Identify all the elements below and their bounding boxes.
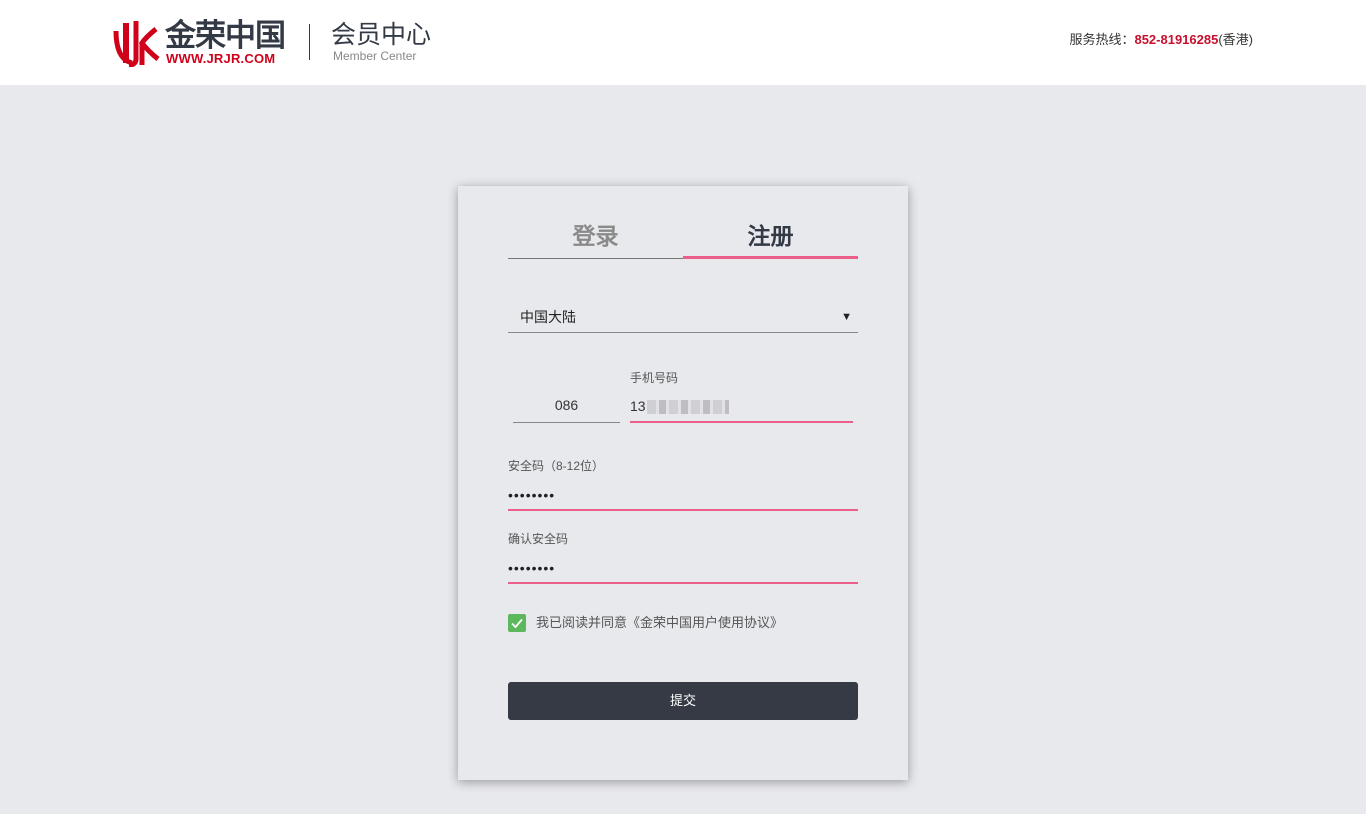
dropdown-arrow-icon: ▼	[841, 311, 852, 323]
site-header: 金荣中国 WWW.JRJR.COM 会员中心 Member Center 服务热…	[0, 0, 1366, 85]
confirm-password-input[interactable]: ••••••••	[508, 556, 858, 584]
region-select-value: 中国大陆	[520, 309, 576, 325]
brand-logo[interactable]: 金荣中国 WWW.JRJR.COM	[112, 19, 302, 67]
tab-login[interactable]: 登录	[508, 216, 683, 259]
checkmark-icon	[511, 618, 523, 629]
hotline-label: 服务热线：	[1069, 32, 1135, 47]
phone-input[interactable]: 13	[630, 393, 853, 423]
country-code-field[interactable]: 086	[513, 392, 620, 423]
brand-name: 金荣中国	[165, 18, 286, 53]
phone-label: 手机号码	[630, 371, 679, 385]
section-subtitle: Member Center	[333, 49, 417, 63]
confirm-password-label: 确认安全码	[508, 532, 569, 546]
agreement-checkbox[interactable]	[508, 614, 526, 632]
password-input[interactable]: ••••••••	[508, 483, 858, 511]
password-label: 安全码（8-12位）	[508, 459, 605, 473]
header-divider	[309, 24, 310, 60]
hotline-number: 852-81916285	[1134, 32, 1219, 47]
brand-url: WWW.JRJR.COM	[166, 51, 276, 66]
tab-register[interactable]: 注册	[683, 216, 858, 259]
service-hotline: 服务热线：852-81916285(香港)	[1069, 32, 1253, 48]
submit-button[interactable]: 提交	[508, 682, 858, 720]
phone-value: 13	[630, 398, 646, 414]
jrjr-logo-icon	[113, 21, 160, 67]
auth-tabs: 登录 注册	[508, 216, 858, 260]
section-title: 会员中心	[331, 21, 432, 49]
region-select[interactable]: 中国大陆 ▼	[508, 302, 858, 333]
hotline-region: (香港)	[1218, 32, 1253, 47]
phone-redacted-mask	[646, 400, 729, 415]
agreement-text[interactable]: 我已阅读并同意《金荣中国用户使用协议》	[536, 615, 783, 631]
register-card: 登录 注册 中国大陆 ▼ 086 手机号码 13 安全码（8-12位） ••••…	[458, 186, 908, 780]
